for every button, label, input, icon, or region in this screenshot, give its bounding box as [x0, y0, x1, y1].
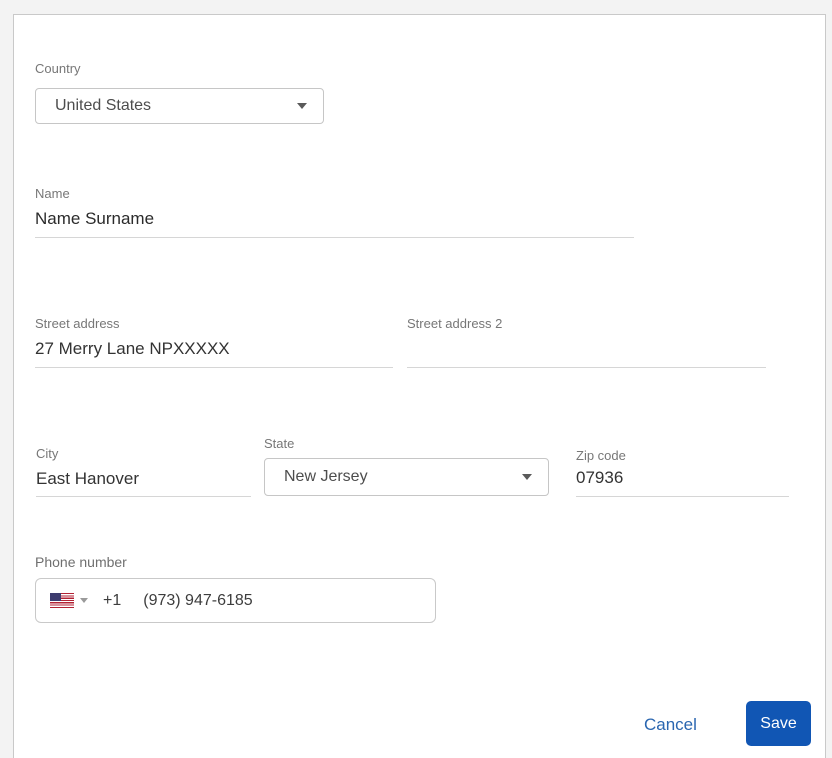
zip-code-label: Zip code: [576, 448, 626, 463]
street-address-2-value: [407, 339, 766, 359]
zip-code-value: 07936: [576, 468, 624, 487]
city-label: City: [36, 446, 59, 461]
state-select[interactable]: New Jersey: [264, 458, 549, 496]
name-input[interactable]: Name Surname: [35, 209, 634, 238]
name-value: Name Surname: [35, 209, 155, 228]
street-address-2-input[interactable]: [407, 339, 766, 368]
country-select[interactable]: United States: [35, 88, 324, 124]
street-address-value: 27 Merry Lane NPXXXXX: [35, 339, 230, 358]
country-value: United States: [55, 97, 152, 114]
name-label: Name: [35, 186, 70, 201]
chevron-down-icon: [522, 474, 532, 480]
chevron-down-icon: [297, 103, 307, 109]
zip-code-input[interactable]: 07936: [576, 468, 789, 497]
city-input[interactable]: East Hanover: [36, 469, 251, 497]
chevron-down-icon[interactable]: [80, 598, 88, 603]
street-address-2-label: Street address 2: [407, 316, 503, 331]
phone-number-input[interactable]: +1 (973) 947-6185: [35, 578, 436, 623]
save-button[interactable]: Save: [746, 701, 811, 746]
street-address-label: Street address: [35, 316, 120, 331]
phone-number-value: (973) 947-6185: [143, 591, 253, 609]
city-value: East Hanover: [36, 469, 139, 488]
address-form-card: Country United States Name Name Surname …: [13, 14, 826, 758]
phone-number-label: Phone number: [35, 554, 127, 570]
us-flag-icon: [50, 593, 74, 608]
cancel-button[interactable]: Cancel: [644, 713, 697, 737]
state-label: State: [264, 436, 295, 451]
state-value: New Jersey: [284, 468, 368, 485]
dial-code: +1: [103, 591, 122, 609]
street-address-input[interactable]: 27 Merry Lane NPXXXXX: [35, 339, 393, 368]
country-label: Country: [35, 61, 81, 76]
